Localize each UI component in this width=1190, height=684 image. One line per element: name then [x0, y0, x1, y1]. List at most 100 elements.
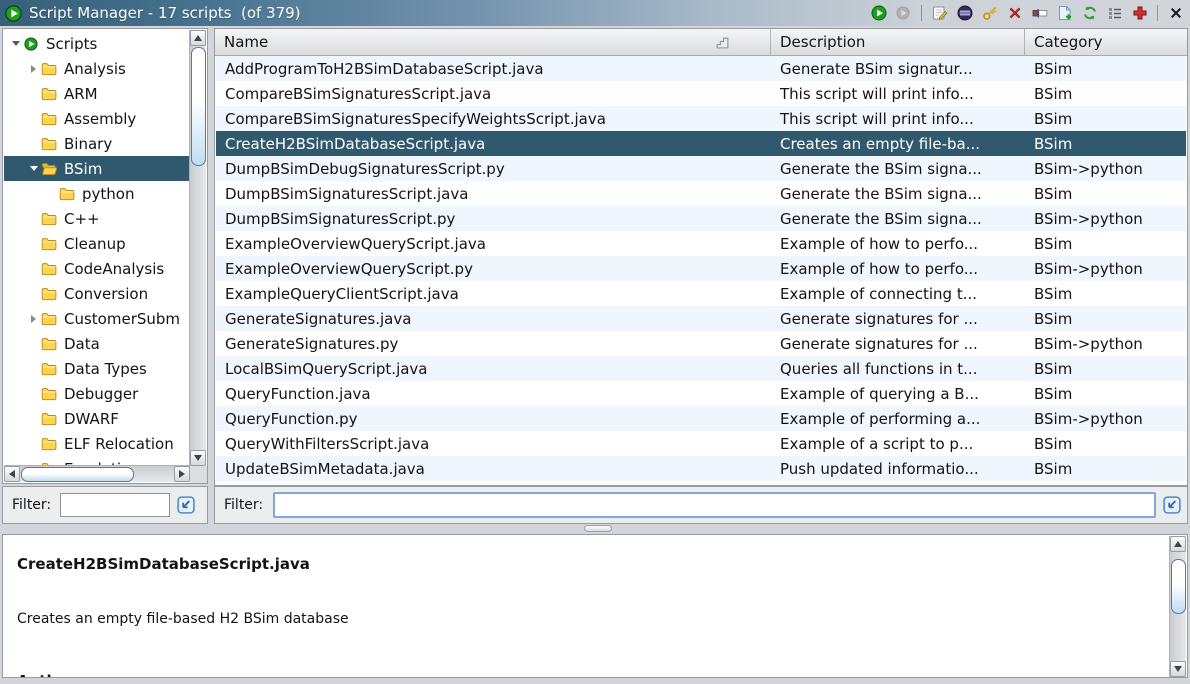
edit-script-button[interactable] [931, 5, 948, 22]
table-row-generatesignatures-java[interactable]: GenerateSignatures.javaGenerate signatur… [216, 306, 1186, 331]
cell-name: CreateH2BSimDatabaseScript.java [216, 135, 771, 153]
new-script-button[interactable] [1056, 5, 1073, 22]
tree-item-label: Conversion [64, 285, 148, 303]
cell-category: BSim [1025, 60, 1186, 78]
delete-script-button[interactable] [1006, 5, 1023, 22]
tree-item-debugger[interactable]: Debugger [4, 381, 189, 406]
collapse-icon[interactable] [26, 166, 41, 171]
table-row-queryfunction-py[interactable]: QueryFunction.pyExample of performing a.… [216, 406, 1186, 431]
expand-icon[interactable] [26, 65, 41, 73]
folder-icon [41, 236, 59, 251]
table-filter-input[interactable] [273, 492, 1156, 518]
folder-icon [41, 136, 59, 151]
table-row-createh2bsimdatabasescript-java[interactable]: CreateH2BSimDatabaseScript.javaCreates a… [216, 131, 1186, 156]
table-row-addprogramtoh2bsimdatabasescript-java[interactable]: AddProgramToH2BSimDatabaseScript.javaGen… [216, 56, 1186, 81]
scrollbar-thumb[interactable] [191, 47, 206, 166]
run-last-script-button[interactable] [895, 5, 912, 22]
tree-item-codeanalysis[interactable]: CodeAnalysis [4, 256, 189, 281]
cell-category: BSim [1025, 385, 1186, 403]
cell-name: CompareBSimSignaturesSpecifyWeightsScrip… [216, 110, 771, 128]
tree-item-label: Scripts [46, 35, 97, 53]
scroll-down-button[interactable] [1170, 661, 1186, 677]
folder-icon [41, 111, 59, 126]
tree-item-label: python [82, 185, 134, 203]
tree-item-label: Analysis [64, 60, 126, 78]
scrollbar-thumb[interactable] [1171, 559, 1186, 614]
detail-vertical-scrollbar [1169, 536, 1186, 677]
detail-clipped-heading: Author: [17, 672, 81, 678]
column-header-description[interactable]: Description [771, 29, 1025, 55]
table-row-querywithfiltersscript-java[interactable]: QueryWithFiltersScript.javaExample of a … [216, 431, 1186, 456]
table-row-examplequeryclientscript-java[interactable]: ExampleQueryClientScript.javaExample of … [216, 281, 1186, 306]
tree-item-dwarf[interactable]: DWARF [4, 406, 189, 431]
tree-item-elf-relocation[interactable]: ELF Relocation [4, 431, 189, 456]
sort-indicator-icon [715, 35, 730, 50]
folder-icon [41, 286, 59, 301]
horizontal-splitter[interactable] [0, 524, 1190, 534]
table-row-queryfunction-java[interactable]: QueryFunction.javaExample of querying a … [216, 381, 1186, 406]
key-binding-button[interactable] [981, 5, 998, 22]
table-row-exampleoverviewqueryscript-java[interactable]: ExampleOverviewQueryScript.javaExample o… [216, 231, 1186, 256]
script-manager-icon [5, 5, 22, 22]
eclipse-button[interactable] [956, 5, 973, 22]
tree-item-scripts[interactable]: Scripts [4, 31, 189, 56]
tree-item-data-types[interactable]: Data Types [4, 356, 189, 381]
collapse-icon[interactable] [8, 41, 23, 46]
expand-icon[interactable] [26, 315, 41, 323]
close-button[interactable] [1167, 5, 1184, 22]
tree-item-cleanup[interactable]: Cleanup [4, 231, 189, 256]
cell-description: Example of how to perfo... [771, 235, 1025, 253]
table-row-dumpbsimsignaturesscript-py[interactable]: DumpBSimSignaturesScript.pyGenerate the … [216, 206, 1186, 231]
tree-item-bsim[interactable]: BSim [4, 156, 189, 181]
cell-name: QueryWithFiltersScript.java [216, 435, 771, 453]
table-row-comparebsimsignaturesspecifyweightsscript-java[interactable]: CompareBSimSignaturesSpecifyWeightsScrip… [216, 106, 1186, 131]
tree-item-python[interactable]: python [4, 181, 189, 206]
cell-name: ExampleOverviewQueryScript.java [216, 235, 771, 253]
refresh-button[interactable] [1081, 5, 1098, 22]
detail-script-description: Creates an empty file-based H2 BSim data… [17, 611, 349, 627]
scroll-left-button[interactable] [4, 466, 20, 482]
table-row-updatebsimmetadata-java[interactable]: UpdateBSimMetadata.javaPush updated info… [216, 456, 1186, 481]
table-rows: AddProgramToH2BSimDatabaseScript.javaGen… [216, 56, 1186, 481]
folder-open-icon [41, 161, 59, 176]
splitter-handle[interactable] [584, 525, 612, 532]
run-script-button[interactable] [870, 5, 887, 22]
scroll-up-button[interactable] [190, 30, 206, 46]
ghidra-api-help-button[interactable] [1131, 5, 1148, 22]
table-row-localbsimqueryscript-java[interactable]: LocalBSimQueryScript.javaQueries all fun… [216, 356, 1186, 381]
folder-icon [41, 61, 59, 76]
table-row-dumpbsimsignaturesscript-java[interactable]: DumpBSimSignaturesScript.javaGenerate th… [216, 181, 1186, 206]
titlebar[interactable]: Script Manager - 17 scripts (of 379) [0, 0, 1190, 26]
script-table: Name Description Category AddProgramToH2… [214, 28, 1188, 486]
tree-item-conversion[interactable]: Conversion [4, 281, 189, 306]
toolbar [870, 0, 1184, 26]
table-filter-options-icon[interactable] [1163, 496, 1181, 514]
table-filter-label: Filter: [224, 497, 263, 513]
table-row-dumpbsimdebugsignaturesscript-py[interactable]: DumpBSimDebugSignaturesScript.pyGenerate… [216, 156, 1186, 181]
column-header-category[interactable]: Category [1025, 29, 1187, 55]
tree-item-customersubm[interactable]: CustomerSubm [4, 306, 189, 331]
tree-item-label: CustomerSubm [64, 310, 180, 328]
cell-category: BSim [1025, 360, 1186, 378]
tree-item-arm[interactable]: ARM [4, 81, 189, 106]
table-row-generatesignatures-py[interactable]: GenerateSignatures.pyGenerate signatures… [216, 331, 1186, 356]
scroll-right-button[interactable] [174, 466, 190, 482]
script-directories-button[interactable] [1106, 5, 1123, 22]
scrollbar-thumb[interactable] [21, 467, 134, 482]
scroll-down-button[interactable] [190, 450, 206, 466]
tree-item-binary[interactable]: Binary [4, 131, 189, 156]
rename-script-button[interactable] [1031, 5, 1048, 22]
tree-item-analysis[interactable]: Analysis [4, 56, 189, 81]
tree-item-assembly[interactable]: Assembly [4, 106, 189, 131]
table-row-exampleoverviewqueryscript-py[interactable]: ExampleOverviewQueryScript.pyExample of … [216, 256, 1186, 281]
tree-item-c[interactable]: C++ [4, 206, 189, 231]
scroll-up-button[interactable] [1170, 536, 1186, 552]
table-row-comparebsimsignaturesscript-java[interactable]: CompareBSimSignaturesScript.javaThis scr… [216, 81, 1186, 106]
tree-item-data[interactable]: Data [4, 331, 189, 356]
cell-name: QueryFunction.py [216, 410, 771, 428]
tree-filter-input[interactable] [60, 493, 170, 517]
cell-description: Queries all functions in t... [771, 360, 1025, 378]
tree-filter-options-icon[interactable] [177, 496, 195, 514]
script-description-panel: CreateH2BSimDatabaseScript.java Creates … [2, 534, 1188, 678]
column-header-name[interactable]: Name [215, 29, 771, 55]
